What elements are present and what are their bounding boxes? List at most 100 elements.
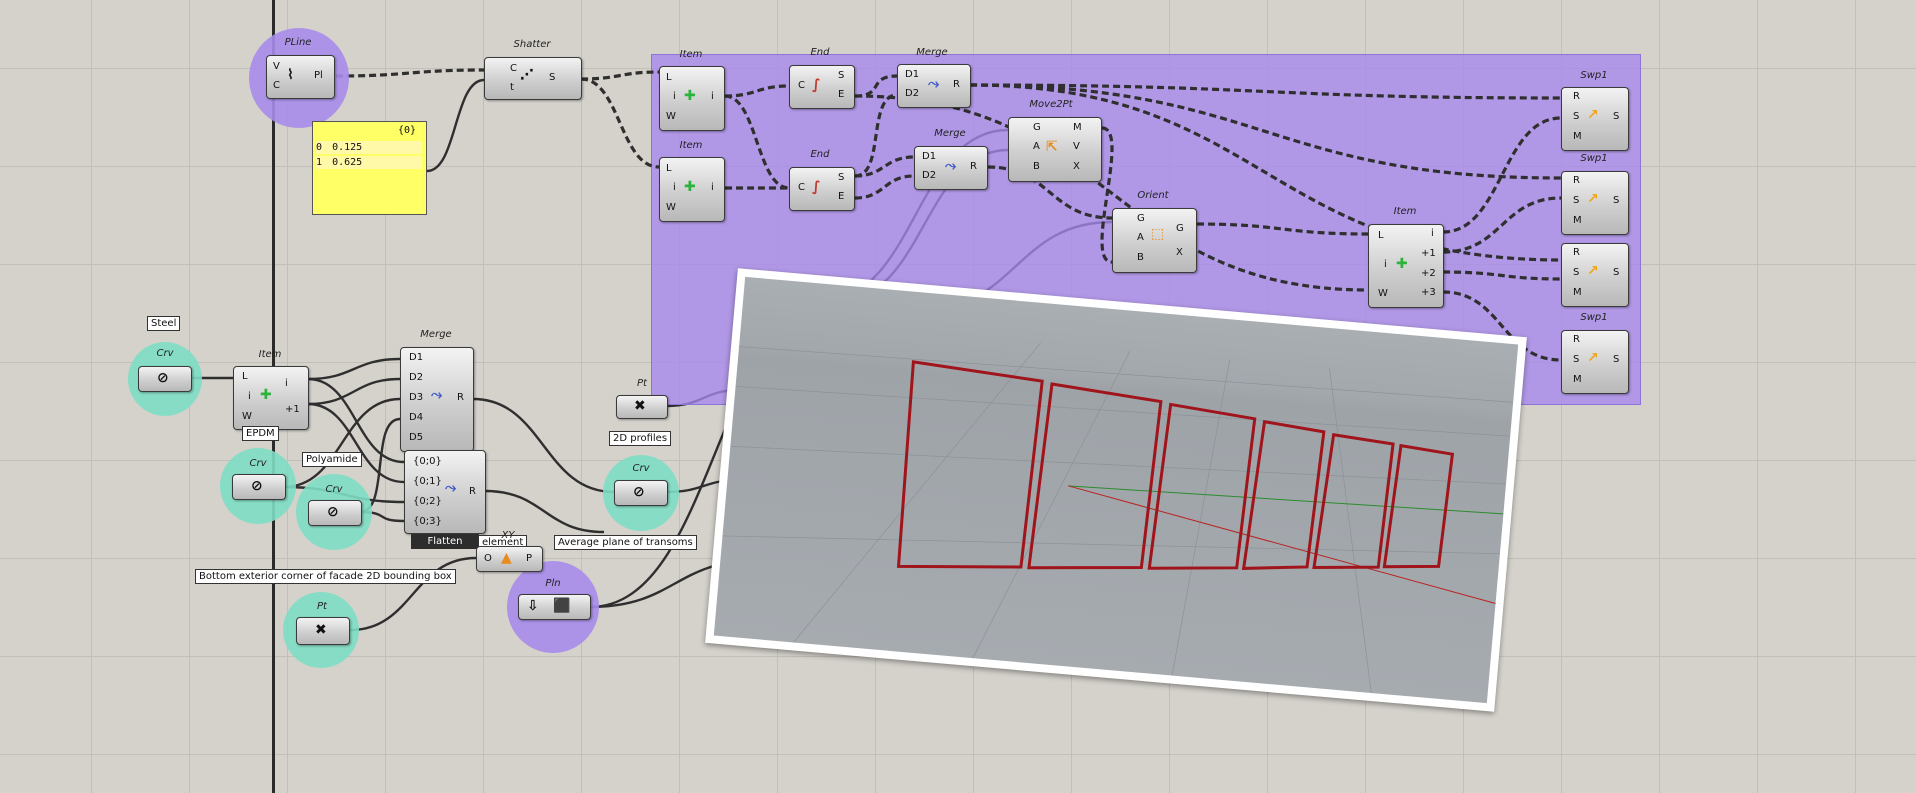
merge-icon: ⤳ <box>928 76 940 92</box>
flatten-merge-input-0: {0;0} <box>413 456 442 467</box>
xy-input-o: O <box>484 553 492 564</box>
item-c-input-i: i <box>1384 259 1387 270</box>
orient-input-g: G <box>1137 213 1145 224</box>
crv-epdm-param[interactable]: ⊘ <box>232 474 286 500</box>
merge-c-component[interactable]: D1 D2 D3 D4 D5 ⤳ R <box>400 347 474 452</box>
swp1-component[interactable]: R S M ↗ S <box>1561 243 1629 307</box>
wire <box>1196 222 1369 236</box>
swp1-output-s: S <box>1613 111 1620 122</box>
end-a-input-c: C <box>798 80 805 91</box>
item-d-output-1: +1 <box>285 404 300 415</box>
end-b-input-c: C <box>798 182 805 193</box>
orient-title: Orient <box>1137 190 1169 201</box>
swp1-input-m: M <box>1573 131 1582 142</box>
item-d-component[interactable]: L i W ✚ i +1 <box>233 366 309 430</box>
merge-a-title: Merge <box>916 47 948 58</box>
panel-row-value: 0.125 <box>332 142 363 153</box>
orient-icon: ⬚ <box>1151 226 1165 242</box>
flatten-merge-input-2: {0;2} <box>413 496 442 507</box>
label-polyamide: Polyamide <box>302 452 362 467</box>
pline-component[interactable]: V C ⌇ Pl <box>266 55 335 99</box>
move2pt-component[interactable]: G A B ⇱ M V X <box>1008 117 1102 182</box>
pln-arrow-icon: ⇩ <box>527 598 539 614</box>
shatter-input-c: C <box>510 63 517 74</box>
merge-b-output-r: R <box>970 161 977 172</box>
pline-input-c: C <box>273 80 280 91</box>
merge-b-input-d2: D2 <box>922 170 937 181</box>
list-item-icon: ✚ <box>684 179 696 195</box>
panel-row: 1 0.625 <box>316 156 422 169</box>
item-b-component[interactable]: L i W ✚ i <box>659 157 725 222</box>
end-a-output-s: S <box>838 70 845 81</box>
shatter-output-s: S <box>549 72 556 83</box>
label-epdm: EPDM <box>242 426 279 441</box>
panel-row-index: 1 <box>316 157 323 168</box>
pline-input-v: V <box>273 61 280 72</box>
item-a-input-i: i <box>673 91 676 102</box>
rhino-viewport[interactable] <box>705 268 1527 712</box>
orient-component[interactable]: G A B ⬚ G X <box>1112 208 1197 273</box>
item-d-output-i: i <box>285 378 288 389</box>
merge-c-input-d3: D3 <box>409 392 424 403</box>
item-c-component[interactable]: L i W ✚ i +1 +2 +3 <box>1368 224 1444 308</box>
merge-b-title: Merge <box>934 128 966 139</box>
item-d-input-l: L <box>242 371 248 382</box>
curve-end-icon: ∫ <box>812 179 821 195</box>
flatten-merge-component[interactable]: {0;0} {0;1} {0;2} {0;3} ⤳ R <box>404 450 486 534</box>
orient-output-g: G <box>1176 223 1184 234</box>
pt-bottom-param[interactable]: ✖ <box>296 617 350 645</box>
swp1-input-m: M <box>1573 215 1582 226</box>
wire <box>335 68 485 78</box>
swp1-input-m: M <box>1573 287 1582 298</box>
merge-b-component[interactable]: D1 D2 ⤳ R <box>914 146 988 190</box>
number-panel[interactable]: {0} 0 0.125 1 0.625 <box>312 121 427 215</box>
merge-c-input-d2: D2 <box>409 372 424 383</box>
shatter-icon: ⋰ <box>520 67 534 83</box>
flatten-tooltip: Flatten <box>411 534 479 549</box>
merge-c-output-r: R <box>457 392 464 403</box>
curve-param-icon: ⊘ <box>157 370 169 386</box>
end-a-component[interactable]: C ∫ S E <box>789 65 855 109</box>
crv-polyamide-param[interactable]: ⊘ <box>308 500 362 526</box>
merge-c-input-d4: D4 <box>409 412 424 423</box>
crv-steel-param[interactable]: ⊘ <box>138 366 192 392</box>
item-c-output-2: +2 <box>1421 268 1436 279</box>
panel-header: {0} <box>397 125 416 136</box>
xy-plane-component[interactable]: O ▲ P <box>476 546 543 572</box>
label-steel: Steel <box>147 316 181 331</box>
crv-2d-param[interactable]: ⊘ <box>614 480 668 506</box>
pt-bottom-title: Pt <box>317 601 327 612</box>
swp1-input-r: R <box>1573 175 1580 186</box>
panel-row-index: 0 <box>316 142 323 153</box>
item-a-input-l: L <box>666 72 672 83</box>
wire <box>580 77 660 169</box>
point-param-icon: ✖ <box>634 398 646 414</box>
label-2d-profiles: 2D profiles <box>609 431 672 446</box>
panel-row-value: 0.625 <box>332 157 363 168</box>
shatter-title: Shatter <box>513 39 551 50</box>
swp1-component[interactable]: R S M ↗ S <box>1561 171 1629 235</box>
crv-polyamide-title: Crv <box>325 484 343 495</box>
move2pt-output-m: M <box>1073 122 1082 133</box>
swp1-output-s: S <box>1613 354 1620 365</box>
end-b-output-s: S <box>838 172 845 183</box>
item-d-title: Item <box>258 349 282 360</box>
swp1-component[interactable]: R S M ↗ S <box>1561 330 1629 394</box>
swp1-component[interactable]: R S M ↗ S <box>1561 87 1629 151</box>
wire <box>724 84 790 98</box>
swp1-title: Swp1 <box>1580 70 1608 81</box>
curve-end-icon: ∫ <box>812 77 821 93</box>
end-b-component[interactable]: C ∫ S E <box>789 167 855 211</box>
item-a-component[interactable]: L i W ✚ i <box>659 66 725 131</box>
pln-param[interactable]: ⇩ ⬛ <box>518 594 591 620</box>
shatter-component[interactable]: C t ⋰ S <box>484 57 582 100</box>
item-b-output-i: i <box>711 182 714 193</box>
orient-output-x: X <box>1176 247 1183 258</box>
merge-a-component[interactable]: D1 D2 ⤳ R <box>897 64 971 108</box>
swp1-input-r: R <box>1573 334 1580 345</box>
wire <box>854 174 915 200</box>
pline-title: PLine <box>284 37 312 48</box>
sweep-icon: ↗ <box>1587 263 1599 279</box>
pt-top-param[interactable]: ✖ <box>616 395 668 419</box>
item-c-title: Item <box>1393 206 1417 217</box>
